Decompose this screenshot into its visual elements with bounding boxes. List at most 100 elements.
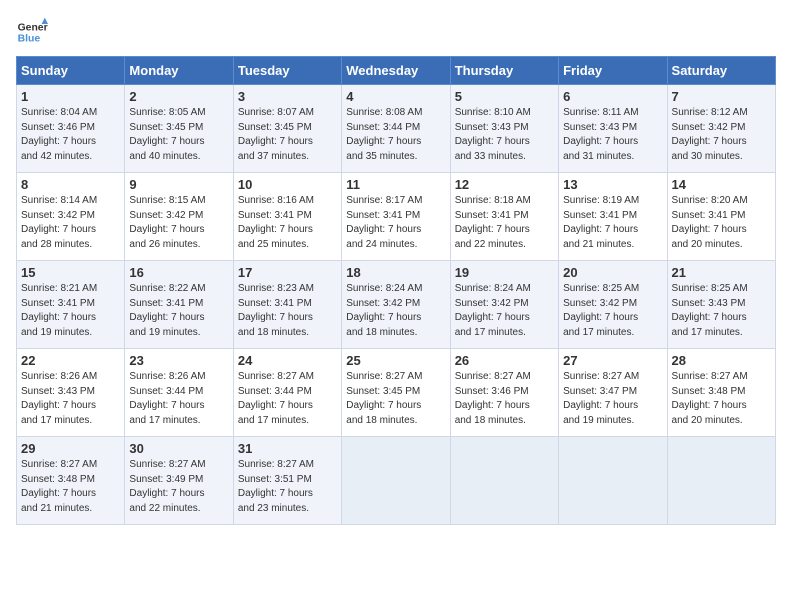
day-number: 25 bbox=[346, 353, 445, 368]
day-info: Sunrise: 8:27 AMSunset: 3:49 PMDaylight:… bbox=[129, 459, 205, 514]
day-number: 4 bbox=[346, 89, 445, 104]
day-info: Sunrise: 8:04 AMSunset: 3:46 PMDaylight:… bbox=[21, 107, 97, 162]
calendar-cell bbox=[559, 437, 667, 525]
day-info: Sunrise: 8:17 AMSunset: 3:41 PMDaylight:… bbox=[346, 195, 422, 250]
calendar-cell: 12 Sunrise: 8:18 AMSunset: 3:41 PMDaylig… bbox=[450, 173, 558, 261]
calendar-cell: 5 Sunrise: 8:10 AMSunset: 3:43 PMDayligh… bbox=[450, 85, 558, 173]
day-number: 23 bbox=[129, 353, 228, 368]
calendar-cell: 28 Sunrise: 8:27 AMSunset: 3:48 PMDaylig… bbox=[667, 349, 775, 437]
day-number: 6 bbox=[563, 89, 662, 104]
day-info: Sunrise: 8:27 AMSunset: 3:51 PMDaylight:… bbox=[238, 459, 314, 514]
calendar-cell bbox=[342, 437, 450, 525]
calendar-cell: 3 Sunrise: 8:07 AMSunset: 3:45 PMDayligh… bbox=[233, 85, 341, 173]
day-info: Sunrise: 8:07 AMSunset: 3:45 PMDaylight:… bbox=[238, 107, 314, 162]
calendar-cell: 26 Sunrise: 8:27 AMSunset: 3:46 PMDaylig… bbox=[450, 349, 558, 437]
svg-text:Blue: Blue bbox=[18, 34, 41, 45]
logo-icon: General Blue bbox=[16, 16, 48, 48]
calendar-cell: 25 Sunrise: 8:27 AMSunset: 3:45 PMDaylig… bbox=[342, 349, 450, 437]
day-info: Sunrise: 8:15 AMSunset: 3:42 PMDaylight:… bbox=[129, 195, 205, 250]
day-info: Sunrise: 8:10 AMSunset: 3:43 PMDaylight:… bbox=[455, 107, 531, 162]
calendar-cell bbox=[667, 437, 775, 525]
day-number: 21 bbox=[672, 265, 771, 280]
calendar-cell: 14 Sunrise: 8:20 AMSunset: 3:41 PMDaylig… bbox=[667, 173, 775, 261]
calendar-cell: 18 Sunrise: 8:24 AMSunset: 3:42 PMDaylig… bbox=[342, 261, 450, 349]
day-info: Sunrise: 8:27 AMSunset: 3:48 PMDaylight:… bbox=[672, 371, 748, 426]
calendar-cell: 10 Sunrise: 8:16 AMSunset: 3:41 PMDaylig… bbox=[233, 173, 341, 261]
calendar-cell: 21 Sunrise: 8:25 AMSunset: 3:43 PMDaylig… bbox=[667, 261, 775, 349]
day-info: Sunrise: 8:24 AMSunset: 3:42 PMDaylight:… bbox=[455, 283, 531, 338]
calendar-cell: 23 Sunrise: 8:26 AMSunset: 3:44 PMDaylig… bbox=[125, 349, 233, 437]
calendar-cell: 24 Sunrise: 8:27 AMSunset: 3:44 PMDaylig… bbox=[233, 349, 341, 437]
col-header-saturday: Saturday bbox=[667, 57, 775, 85]
day-info: Sunrise: 8:14 AMSunset: 3:42 PMDaylight:… bbox=[21, 195, 97, 250]
day-number: 2 bbox=[129, 89, 228, 104]
day-number: 22 bbox=[21, 353, 120, 368]
day-number: 1 bbox=[21, 89, 120, 104]
svg-text:General: General bbox=[18, 22, 48, 33]
day-info: Sunrise: 8:19 AMSunset: 3:41 PMDaylight:… bbox=[563, 195, 639, 250]
day-number: 9 bbox=[129, 177, 228, 192]
day-info: Sunrise: 8:26 AMSunset: 3:43 PMDaylight:… bbox=[21, 371, 97, 426]
calendar-table: SundayMondayTuesdayWednesdayThursdayFrid… bbox=[16, 56, 776, 525]
col-header-tuesday: Tuesday bbox=[233, 57, 341, 85]
day-info: Sunrise: 8:22 AMSunset: 3:41 PMDaylight:… bbox=[129, 283, 205, 338]
calendar-cell: 9 Sunrise: 8:15 AMSunset: 3:42 PMDayligh… bbox=[125, 173, 233, 261]
calendar-cell: 19 Sunrise: 8:24 AMSunset: 3:42 PMDaylig… bbox=[450, 261, 558, 349]
calendar-week-4: 22 Sunrise: 8:26 AMSunset: 3:43 PMDaylig… bbox=[17, 349, 776, 437]
col-header-monday: Monday bbox=[125, 57, 233, 85]
day-number: 24 bbox=[238, 353, 337, 368]
calendar-cell: 4 Sunrise: 8:08 AMSunset: 3:44 PMDayligh… bbox=[342, 85, 450, 173]
day-info: Sunrise: 8:20 AMSunset: 3:41 PMDaylight:… bbox=[672, 195, 748, 250]
day-number: 16 bbox=[129, 265, 228, 280]
day-info: Sunrise: 8:26 AMSunset: 3:44 PMDaylight:… bbox=[129, 371, 205, 426]
day-number: 13 bbox=[563, 177, 662, 192]
calendar-cell: 6 Sunrise: 8:11 AMSunset: 3:43 PMDayligh… bbox=[559, 85, 667, 173]
calendar-week-2: 8 Sunrise: 8:14 AMSunset: 3:42 PMDayligh… bbox=[17, 173, 776, 261]
calendar-week-3: 15 Sunrise: 8:21 AMSunset: 3:41 PMDaylig… bbox=[17, 261, 776, 349]
day-number: 28 bbox=[672, 353, 771, 368]
calendar-cell bbox=[450, 437, 558, 525]
calendar-cell: 20 Sunrise: 8:25 AMSunset: 3:42 PMDaylig… bbox=[559, 261, 667, 349]
calendar-week-5: 29 Sunrise: 8:27 AMSunset: 3:48 PMDaylig… bbox=[17, 437, 776, 525]
col-header-friday: Friday bbox=[559, 57, 667, 85]
day-number: 15 bbox=[21, 265, 120, 280]
day-number: 3 bbox=[238, 89, 337, 104]
logo: General Blue bbox=[16, 16, 48, 48]
day-info: Sunrise: 8:25 AMSunset: 3:42 PMDaylight:… bbox=[563, 283, 639, 338]
day-number: 30 bbox=[129, 441, 228, 456]
page-header: General Blue bbox=[16, 16, 776, 48]
calendar-cell: 30 Sunrise: 8:27 AMSunset: 3:49 PMDaylig… bbox=[125, 437, 233, 525]
day-info: Sunrise: 8:27 AMSunset: 3:45 PMDaylight:… bbox=[346, 371, 422, 426]
day-number: 14 bbox=[672, 177, 771, 192]
day-info: Sunrise: 8:16 AMSunset: 3:41 PMDaylight:… bbox=[238, 195, 314, 250]
day-number: 29 bbox=[21, 441, 120, 456]
calendar-cell: 7 Sunrise: 8:12 AMSunset: 3:42 PMDayligh… bbox=[667, 85, 775, 173]
day-info: Sunrise: 8:27 AMSunset: 3:47 PMDaylight:… bbox=[563, 371, 639, 426]
day-info: Sunrise: 8:23 AMSunset: 3:41 PMDaylight:… bbox=[238, 283, 314, 338]
day-number: 10 bbox=[238, 177, 337, 192]
day-number: 18 bbox=[346, 265, 445, 280]
col-header-sunday: Sunday bbox=[17, 57, 125, 85]
day-info: Sunrise: 8:12 AMSunset: 3:42 PMDaylight:… bbox=[672, 107, 748, 162]
col-header-thursday: Thursday bbox=[450, 57, 558, 85]
calendar-cell: 31 Sunrise: 8:27 AMSunset: 3:51 PMDaylig… bbox=[233, 437, 341, 525]
calendar-cell: 2 Sunrise: 8:05 AMSunset: 3:45 PMDayligh… bbox=[125, 85, 233, 173]
day-number: 27 bbox=[563, 353, 662, 368]
day-info: Sunrise: 8:27 AMSunset: 3:44 PMDaylight:… bbox=[238, 371, 314, 426]
day-info: Sunrise: 8:27 AMSunset: 3:48 PMDaylight:… bbox=[21, 459, 97, 514]
day-number: 11 bbox=[346, 177, 445, 192]
day-info: Sunrise: 8:21 AMSunset: 3:41 PMDaylight:… bbox=[21, 283, 97, 338]
day-info: Sunrise: 8:25 AMSunset: 3:43 PMDaylight:… bbox=[672, 283, 748, 338]
day-number: 12 bbox=[455, 177, 554, 192]
day-number: 31 bbox=[238, 441, 337, 456]
calendar-cell: 22 Sunrise: 8:26 AMSunset: 3:43 PMDaylig… bbox=[17, 349, 125, 437]
calendar-cell: 29 Sunrise: 8:27 AMSunset: 3:48 PMDaylig… bbox=[17, 437, 125, 525]
day-number: 26 bbox=[455, 353, 554, 368]
calendar-cell: 11 Sunrise: 8:17 AMSunset: 3:41 PMDaylig… bbox=[342, 173, 450, 261]
day-number: 20 bbox=[563, 265, 662, 280]
day-number: 19 bbox=[455, 265, 554, 280]
calendar-week-1: 1 Sunrise: 8:04 AMSunset: 3:46 PMDayligh… bbox=[17, 85, 776, 173]
day-info: Sunrise: 8:08 AMSunset: 3:44 PMDaylight:… bbox=[346, 107, 422, 162]
day-info: Sunrise: 8:11 AMSunset: 3:43 PMDaylight:… bbox=[563, 107, 638, 162]
calendar-cell: 16 Sunrise: 8:22 AMSunset: 3:41 PMDaylig… bbox=[125, 261, 233, 349]
